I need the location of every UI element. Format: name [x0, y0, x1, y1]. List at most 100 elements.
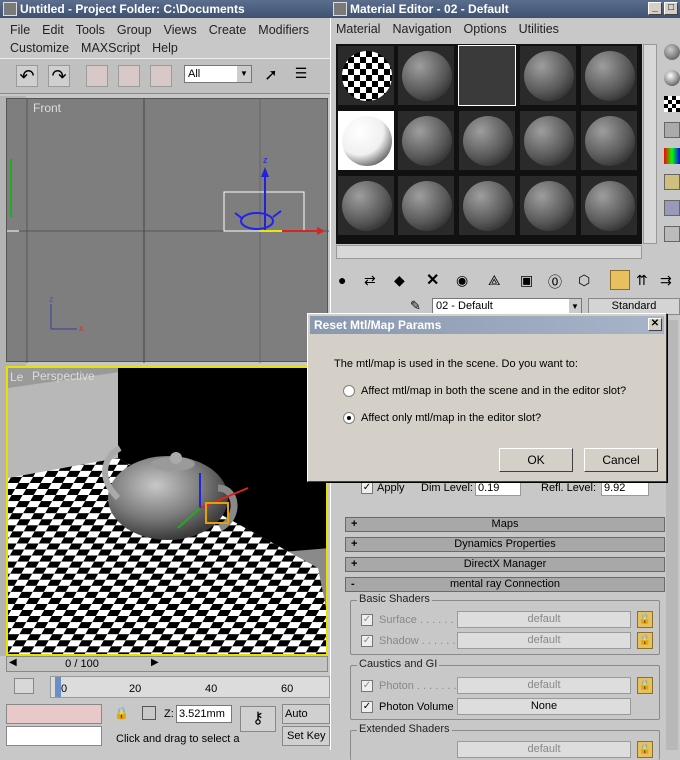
minimize-icon[interactable]: _ [648, 2, 662, 15]
menu-options[interactable]: Options [464, 21, 507, 37]
backlight-icon[interactable] [664, 70, 680, 86]
pick-material-icon[interactable]: ✎ [410, 298, 421, 314]
close-icon[interactable]: ✕ [648, 318, 662, 331]
go-to-parent-icon[interactable]: ⇈ [636, 272, 648, 289]
perspective-viewport-label[interactable]: Perspective [32, 369, 95, 383]
menu-tools[interactable]: Tools [76, 21, 105, 39]
surface-checkbox[interactable]: ✓ [361, 614, 373, 626]
sample-slot[interactable] [580, 110, 638, 171]
material-editor-title-bar[interactable]: Material Editor - 02 - Default _ □ [330, 0, 680, 18]
maximize-icon[interactable]: □ [664, 2, 678, 15]
make-preview-icon[interactable] [664, 174, 680, 190]
selection-filter-dropdown[interactable]: All ▼ [184, 65, 252, 83]
lock-icon[interactable]: 🔒 [637, 611, 653, 628]
sample-slot[interactable] [337, 110, 395, 171]
options-icon[interactable] [664, 200, 680, 216]
shadow-shader-button[interactable]: default [457, 632, 631, 649]
sample-slot[interactable] [580, 45, 638, 106]
photon-volume-shader-button[interactable]: None [457, 698, 631, 715]
show-map-in-viewport-icon[interactable]: ⬡ [578, 272, 590, 289]
refl-level-spinner[interactable]: 9.92 [601, 480, 649, 496]
surface-shader-button[interactable]: default [457, 611, 631, 628]
maxscript-listener-pink[interactable] [6, 704, 102, 724]
z-coordinate-field[interactable]: 3.521mm [176, 705, 232, 723]
sample-slot[interactable] [397, 45, 455, 106]
sample-slot[interactable] [519, 175, 577, 236]
menu-views[interactable]: Views [164, 21, 197, 39]
select-by-name-icon[interactable]: ☰ [290, 65, 312, 87]
cancel-button[interactable]: Cancel [584, 448, 658, 472]
sample-slot[interactable] [458, 175, 516, 236]
time-slider-prev-arrow-icon[interactable]: ◀ [9, 657, 17, 668]
select-link-icon[interactable] [86, 65, 108, 87]
menu-navigation[interactable]: Navigation [392, 21, 451, 37]
radio-affect-both-label[interactable]: Affect mtl/map in both the scene and in … [361, 385, 626, 397]
front-viewport-label[interactable]: Front [33, 101, 61, 115]
material-editor-panel-scrollbar[interactable] [666, 320, 678, 750]
select-by-material-icon[interactable] [664, 226, 680, 242]
sample-slot[interactable] [458, 110, 516, 171]
ok-button[interactable]: OK [499, 448, 573, 472]
apply-checkbox[interactable]: ✓ [361, 482, 373, 494]
rollout-dynamics-properties[interactable]: + Dynamics Properties [345, 537, 665, 552]
reset-map-icon[interactable]: ✕ [426, 270, 439, 290]
rollout-mental-ray-connection[interactable]: - mental ray Connection [345, 577, 665, 592]
sample-slot[interactable] [337, 175, 395, 236]
slots-vertical-scrollbar[interactable] [643, 44, 657, 244]
bind-space-warp-icon[interactable] [150, 65, 172, 87]
video-color-check-icon[interactable] [664, 148, 680, 164]
absolute-mode-icon[interactable] [142, 706, 156, 720]
sample-uv-tiling-icon[interactable] [664, 122, 680, 138]
auto-key-button[interactable]: Auto Key [282, 704, 330, 738]
sample-slot[interactable] [397, 175, 455, 236]
time-slider[interactable]: ◀ 0 / 100 ▶ [6, 656, 328, 672]
menu-customize[interactable]: Customize [10, 39, 69, 57]
sample-slot-active[interactable] [458, 45, 516, 106]
put-to-library-icon[interactable]: ▣ [520, 272, 533, 289]
dialog-title-bar[interactable]: Reset Mtl/Map Params ✕ [310, 316, 664, 334]
sample-slot[interactable] [580, 175, 638, 236]
menu-edit[interactable]: Edit [42, 21, 64, 39]
photon-checkbox[interactable]: ✓ [361, 680, 373, 692]
maxscript-listener-white[interactable] [6, 726, 102, 746]
unlink-icon[interactable] [118, 65, 140, 87]
background-icon[interactable] [664, 96, 680, 112]
menu-group[interactable]: Group [117, 21, 152, 39]
make-unique-icon[interactable]: ⟁ [488, 272, 501, 289]
radio-affect-slot-only[interactable] [343, 412, 355, 424]
show-end-result-icon[interactable] [610, 270, 630, 290]
track-bar[interactable]: 0 20 40 60 [0, 674, 330, 700]
sample-slot[interactable] [337, 45, 395, 106]
time-slider-next-arrow-icon[interactable]: ▶ [151, 657, 159, 668]
lock-selection-icon[interactable]: 🔒 [114, 706, 129, 720]
set-key-button[interactable]: Set Key [282, 726, 330, 746]
sample-slot[interactable] [519, 45, 577, 106]
main-title-bar[interactable]: Untitled - Project Folder: C:\Documents [0, 0, 330, 18]
slots-horizontal-scrollbar[interactable] [336, 245, 642, 259]
dim-level-spinner[interactable]: 0.19 [475, 480, 521, 496]
assign-material-icon[interactable]: ◆ [394, 272, 405, 289]
put-material-to-scene-icon[interactable]: ⇄ [364, 272, 376, 289]
menu-utilities[interactable]: Utilities [519, 21, 559, 37]
menu-file[interactable]: File [10, 21, 30, 39]
perspective-viewport[interactable]: Perspective [6, 366, 328, 656]
undo-icon[interactable]: ↶ [16, 65, 38, 87]
rollout-directx-manager[interactable]: + DirectX Manager [345, 557, 665, 572]
menu-modifiers[interactable]: Modifiers [258, 21, 309, 39]
front-viewport[interactable]: z z x Front [6, 98, 329, 363]
menu-help[interactable]: Help [152, 39, 178, 57]
sample-slot[interactable] [519, 110, 577, 171]
photon-volume-checkbox[interactable]: ✓ [361, 701, 373, 713]
select-object-icon[interactable]: ➚ [260, 65, 282, 87]
menu-create[interactable]: Create [209, 21, 247, 39]
left-viewport-label[interactable]: Le [10, 370, 23, 384]
sample-slot[interactable] [397, 110, 455, 171]
menu-maxscript[interactable]: MAXScript [81, 39, 140, 57]
key-mode-icon[interactable]: ⚷ [240, 706, 276, 732]
track-bar-toggle-icon[interactable] [14, 678, 34, 694]
radio-affect-slot-only-label[interactable]: Affect only mtl/map in the editor slot? [361, 412, 541, 424]
lock-icon[interactable]: 🔒 [637, 632, 653, 649]
redo-icon[interactable]: ↷ [48, 65, 70, 87]
rollout-maps[interactable]: + Maps [345, 517, 665, 532]
menu-material[interactable]: Material [336, 21, 380, 37]
